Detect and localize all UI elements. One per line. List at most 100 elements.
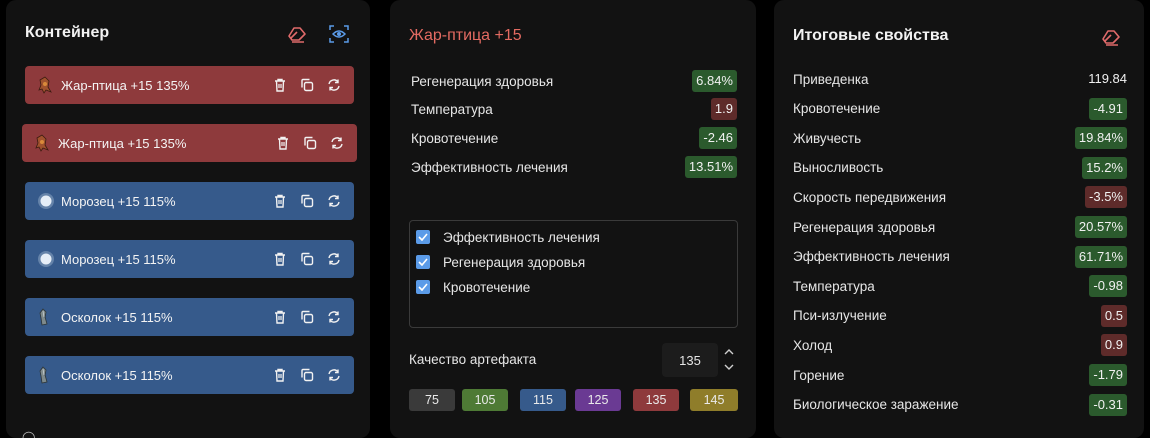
item-actions [272,240,342,278]
frost-artifact-icon [37,250,54,268]
stat-value-badge: 1.9 [710,98,737,120]
total-stat-row: Приведенка 119.84 [793,67,1127,91]
stat-filter-checkbox-row[interactable]: Кровотечение [416,277,530,297]
checkbox-label: Эффективность лечения [443,229,600,245]
container-title: Контейнер [25,24,110,41]
stat-name: Кровотечение [793,101,881,117]
stat-value-badge: 0.9 [1100,334,1127,357]
quality-preset-button[interactable]: 75 [409,389,455,411]
artifact-list-item[interactable]: Жар-птица +15 135% [25,66,354,104]
quality-label: Качество артефакта [409,352,537,367]
stat-name: Приведенка [793,71,869,87]
artifact-stat-row: Регенерация здоровья 6.84% [411,69,737,93]
artifact-list-item[interactable]: Морозец +15 115% [25,240,354,278]
artifact-list-item[interactable]: Осколок +15 115% [25,356,354,394]
total-stat-row: Пси-излучение 0.5 [793,304,1127,328]
copy-icon[interactable] [299,367,315,383]
refresh-icon[interactable] [326,193,342,209]
stat-value-badge: 15.2% [1082,156,1127,179]
item-actions [272,298,342,336]
stat-value-badge: 61.71% [1074,245,1127,268]
quality-preset-button[interactable]: 115 [520,389,566,411]
stat-name: Скорость передвижения [793,189,947,205]
item-actions [272,182,342,220]
shard-artifact-icon [37,308,53,326]
copy-icon[interactable] [299,77,315,93]
refresh-icon[interactable] [329,135,345,151]
item-actions [275,124,345,162]
quality-preset-button[interactable]: 145 [690,389,738,411]
stat-value-badge: 0.5 [1100,304,1127,327]
total-panel: Итоговые свойства Приведенка 119.84 Кровот… [774,0,1144,438]
total-title: Итоговые свойства [793,27,949,44]
eraser-icon[interactable] [1100,26,1122,48]
item-actions [272,356,342,394]
spin-down-icon[interactable] [723,361,735,373]
stat-name: Эффективность лечения [411,159,568,175]
stat-name: Пси-излучение [793,308,887,324]
artifact-list-item[interactable]: Морозец +15 115% [25,182,354,220]
stat-value-badge: 19.84% [1074,127,1127,150]
copy-icon[interactable] [302,135,318,151]
total-stat-row: Холод 0.9 [793,333,1127,357]
total-stat-row: Выносливость 15.2% [793,156,1127,180]
artifact-list-item[interactable]: Осколок +15 115% [25,298,354,336]
total-stat-row: Эффективность лечения 61.71% [793,245,1127,269]
shard-artifact-icon [37,366,53,384]
spin-up-icon[interactable] [723,345,735,357]
artifact-list-item[interactable]: Жар-птица +15 135% [22,124,357,162]
eraser-icon[interactable] [286,23,308,45]
quality-preset-button[interactable]: 135 [633,389,679,411]
frost-artifact-icon [37,192,54,210]
stat-name: Горение [793,367,845,383]
stat-name: Холод [793,337,833,353]
trash-icon[interactable] [272,251,288,267]
quality-input[interactable]: 135 [662,343,718,377]
stat-value-badge: -1.79 [1089,364,1127,386]
stat-value-badge: -0.31 [1089,393,1127,416]
artifact-item-label: Осколок +15 115% [61,367,173,383]
total-stat-row: Биологическое заражение -0.31 [793,393,1127,417]
checkbox-checked-icon[interactable] [416,230,430,244]
trash-icon[interactable] [275,135,291,151]
stat-name: Эффективность лечения [793,249,950,265]
copy-icon[interactable] [299,193,315,209]
quality-preset-button[interactable]: 105 [462,389,508,411]
artifact-stat-row: Кровотечение -2.46 [411,126,737,150]
refresh-icon[interactable] [326,367,342,383]
artifact-item-label: Жар-птица +15 135% [58,135,187,151]
footer-left-icon: ◯ [22,430,36,438]
trash-icon[interactable] [272,367,288,383]
trash-icon[interactable] [272,309,288,325]
checkbox-label: Регенерация здоровья [443,254,586,270]
stat-value-badge: -2.46 [699,127,737,149]
stat-value-badge: -0.98 [1089,275,1127,298]
refresh-icon[interactable] [326,251,342,267]
container-panel: Контейнер Жар-птица +15 135% Жар-птица +1… [6,0,370,438]
refresh-icon[interactable] [326,77,342,93]
artifact-item-label: Осколок +15 115% [61,309,173,325]
checkbox-checked-icon[interactable] [416,255,430,269]
refresh-icon[interactable] [326,309,342,325]
stat-filter-checkbox-row[interactable]: Регенерация здоровья [416,252,585,272]
copy-icon[interactable] [299,309,315,325]
copy-icon[interactable] [299,251,315,267]
artifact-panel: Жар-птица +15 Регенерация здоровья 6.84% Т… [390,0,756,438]
firebird-artifact-icon [37,76,53,94]
quality-preset-button[interactable]: 125 [575,389,621,411]
total-stat-row: Живучесть 19.84% [793,126,1127,150]
trash-icon[interactable] [272,77,288,93]
checkbox-label: Кровотечение [443,279,531,295]
total-stat-row: Кровотечение -4.91 [793,97,1127,121]
stat-value-badge: 6.84% [692,70,737,92]
stat-filter-checkbox-row[interactable]: Эффективность лечения [416,227,600,247]
stat-name: Живучесть [793,130,862,146]
artifact-item-label: Морозец +15 115% [61,193,176,209]
eye-scan-icon[interactable] [328,23,350,45]
stats-filter-box: Эффективность лечения Регенерация здоровь… [409,220,738,328]
checkbox-checked-icon[interactable] [416,280,430,294]
stat-name: Регенерация здоровья [411,73,554,89]
stat-value-badge: -4.91 [1089,97,1127,120]
trash-icon[interactable] [272,193,288,209]
stat-name: Кровотечение [411,130,499,146]
